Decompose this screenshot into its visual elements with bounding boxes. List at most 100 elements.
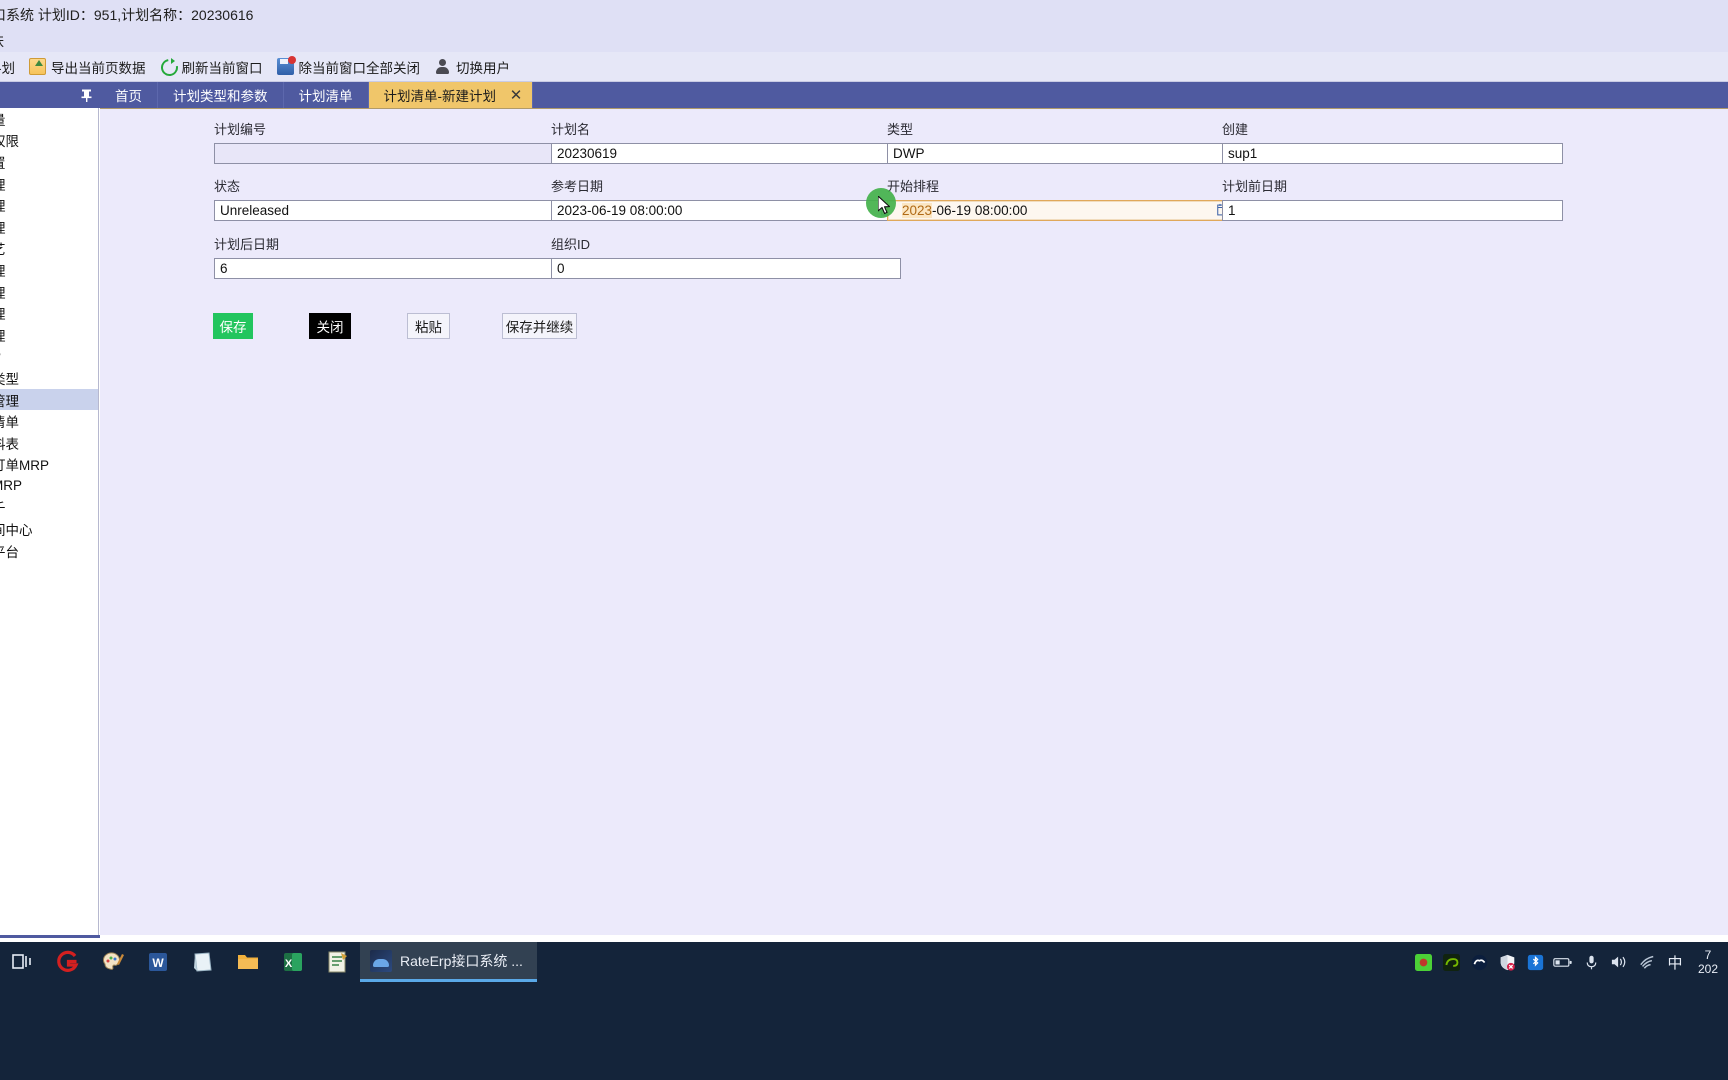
sidebar-item-12[interactable]: 类型	[0, 367, 98, 389]
toolbar-item-label: 导出当前页数据	[51, 60, 146, 76]
task-view-icon[interactable]	[0, 942, 45, 982]
sidebar-navigation: 量 权限 置 理 理 理 艺 理 理 理 理 P 类型 管理 清单 料表 订单M…	[0, 108, 99, 935]
wifi-glyph	[1640, 955, 1654, 969]
file-explorer-glyph	[237, 955, 258, 969]
tab-plan-list[interactable]: 计划清单	[283, 82, 369, 108]
taskbar-active-window-rateerp[interactable]: RateErp接口系统 ...	[360, 942, 537, 982]
word-icon[interactable]: W	[135, 942, 180, 982]
qq-browser-icon[interactable]	[45, 942, 90, 982]
tab-plan-list-new-plan[interactable]: 计划清单-新建计划 ✕	[368, 82, 533, 108]
sidebar-item-11[interactable]: P	[0, 346, 98, 368]
plan-code-input[interactable]	[214, 143, 564, 164]
sidebar-item-7[interactable]: 理	[0, 259, 98, 281]
sidebar-item-13-selected[interactable]: 管理	[0, 388, 98, 411]
toolbar-item-close-other-windows[interactable]: 除当前窗口全部关闭	[270, 54, 428, 80]
status-input[interactable]: Unreleased	[214, 200, 564, 221]
reference-date-input[interactable]: 2023-06-19 08:00:00	[551, 200, 901, 221]
pin-icon[interactable]	[0, 82, 100, 108]
tab-home[interactable]: 首页	[100, 82, 158, 108]
wifi-icon[interactable]	[1634, 942, 1660, 982]
ime-indicator[interactable]: 中	[1662, 942, 1688, 982]
nvidia-green-icon[interactable]	[1410, 942, 1436, 982]
plan-type-select[interactable]: DWP	[887, 143, 1237, 164]
microphone-icon[interactable]	[1578, 942, 1604, 982]
onenote-glyph	[193, 952, 212, 972]
file-explorer-icon[interactable]	[225, 942, 270, 982]
excel-icon[interactable]: X	[270, 942, 315, 982]
field-created-by: 创建 sup1	[1222, 119, 1563, 164]
sidebar-item-6[interactable]: 艺	[0, 238, 98, 260]
sidebar-item-label: 理	[0, 217, 6, 237]
field-days-before: 计划前日期 1	[1222, 176, 1563, 221]
skin-menu-label[interactable]: 肤	[0, 31, 4, 51]
sidebar-item-10[interactable]: 理	[0, 324, 98, 346]
window-title: 口系统 计划ID：951,计划名称：20230616	[0, 7, 254, 23]
notepad-plus-icon[interactable]	[315, 942, 360, 982]
toolbar-item-refresh-window[interactable]: 刷新当前窗口	[153, 54, 270, 80]
nvidia-glyph	[1442, 953, 1460, 971]
sidebar-item-3[interactable]: 理	[0, 173, 98, 195]
plan-name-input[interactable]: 20230619	[551, 143, 901, 164]
toolbar-item-switch-user[interactable]: 切换用户	[427, 54, 517, 80]
sidebar-item-14[interactable]: 清单	[0, 410, 98, 432]
new-plan-form-panel: 计划编号 计划名 20230619 类型 DWP 创建 sup1 状态 Unre…	[100, 108, 1728, 935]
sidebar-item-20[interactable]: 平台	[0, 540, 98, 562]
sidebar-item-label: 量	[0, 109, 6, 129]
sidebar-item-0[interactable]: 量	[0, 108, 98, 130]
sidebar-item-label: 置	[0, 152, 6, 172]
bluetooth-icon[interactable]	[1522, 942, 1548, 982]
windows-taskbar: W X RateErp接口系统 ... 中 7 202	[0, 942, 1728, 1080]
task-view-glyph	[11, 954, 31, 969]
days-before-input[interactable]: 1	[1222, 200, 1563, 221]
battery-icon[interactable]	[1550, 942, 1576, 982]
user-icon	[434, 58, 451, 75]
start-schedule-input[interactable]: 2023 -06-19 08:00:00	[887, 200, 1237, 221]
paint-icon[interactable]	[90, 942, 135, 982]
sidebar-item-label: 理	[0, 195, 6, 215]
sidebar-item-18[interactable]: 千	[0, 497, 98, 519]
close-button[interactable]: 关闭	[309, 313, 351, 339]
volume-icon[interactable]	[1606, 942, 1632, 982]
sidebar-item-label: 订单MRP	[0, 458, 49, 474]
sidebar-item-17[interactable]: MRP	[0, 475, 98, 497]
onenote-icon[interactable]	[180, 942, 225, 982]
sidebar-item-label: MRP	[0, 478, 22, 494]
created-by-input[interactable]: sup1	[1222, 143, 1563, 164]
sidebar-item-15[interactable]: 料表	[0, 432, 98, 454]
days-after-input[interactable]: 6	[214, 258, 564, 279]
toolbar-item-label: 除当前窗口全部关闭	[298, 60, 421, 76]
window-bottom-edge	[0, 935, 1728, 942]
defender-icon[interactable]	[1494, 942, 1520, 982]
nvidia-icon[interactable]	[1438, 942, 1464, 982]
main-toolbar: -划 导出当前页数据 刷新当前窗口 除当前窗口全部关闭 切换用户	[0, 52, 1728, 82]
tab-plan-types-and-params[interactable]: 计划类型和参数	[158, 82, 284, 108]
tab-close-icon[interactable]: ✕	[508, 88, 524, 103]
save-close-icon	[276, 56, 296, 75]
sidebar-item-9[interactable]: 理	[0, 302, 98, 324]
weixin-glyph	[1471, 954, 1487, 970]
tab-label: 计划清单	[298, 89, 353, 104]
sidebar-item-5[interactable]: 理	[0, 216, 98, 238]
field-status: 状态 Unreleased	[214, 176, 564, 221]
save-continue-button[interactable]: 保存并继续	[502, 313, 577, 339]
sidebar-item-label: 料表	[0, 436, 19, 452]
sidebar-item-19[interactable]: 间中心	[0, 518, 98, 540]
sidebar-item-4[interactable]: 理	[0, 194, 98, 216]
taskbar-clock[interactable]: 7 202	[1690, 948, 1724, 976]
menu-skin-row[interactable]: 肤	[0, 30, 1728, 52]
paste-button[interactable]: 粘贴	[407, 313, 450, 339]
excel-glyph: X	[283, 953, 302, 971]
sidebar-item-8[interactable]: 理	[0, 281, 98, 303]
toolbar-item-plan[interactable]: -划	[0, 54, 22, 80]
toolbar-item-export-current-page[interactable]: 导出当前页数据	[22, 54, 153, 80]
org-id-input[interactable]: 0	[551, 258, 901, 279]
bluetooth-glyph	[1527, 954, 1543, 970]
sidebar-item-1[interactable]: 权限	[0, 130, 98, 152]
tab-label: 首页	[115, 89, 142, 104]
sidebar-item-16[interactable]: 订单MRP	[0, 454, 98, 476]
weixin-icon[interactable]	[1466, 942, 1492, 982]
field-org-id: 组织ID 0	[551, 234, 901, 279]
sidebar-item-2[interactable]: 置	[0, 151, 98, 173]
save-button[interactable]: 保存	[213, 313, 253, 339]
toolbar-item-label: 切换用户	[456, 60, 510, 76]
